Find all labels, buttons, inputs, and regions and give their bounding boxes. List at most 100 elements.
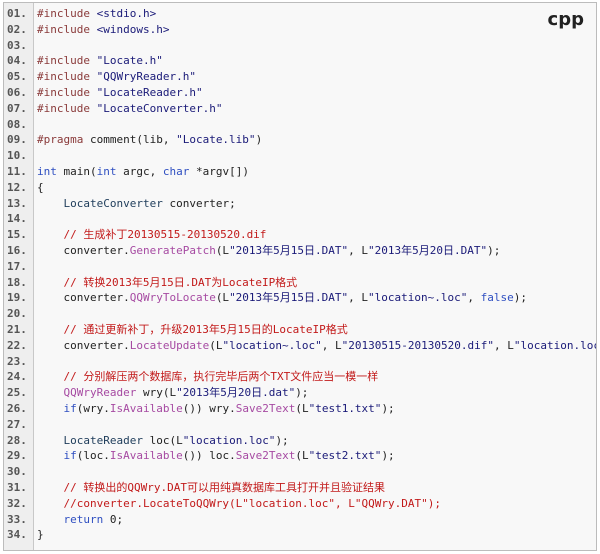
code-line: 19. converter.QQWryToLocate(L"2013年5月15日… (4, 290, 596, 306)
line-number: 27. (7, 417, 27, 431)
code-line: 25. QQWryReader wry(L"2013年5月20日.dat"); (4, 385, 596, 401)
line-number: 22. (7, 338, 27, 352)
code-token: (loc. (76, 449, 110, 463)
code-line: 21. // 通过更新补丁，升级2013年5月15日的LocateIP格式 (4, 322, 596, 338)
line-number: 20. (7, 307, 27, 321)
code-token: ()) wry. (182, 402, 236, 415)
code-line: 06. #include "LocateReader.h" (4, 85, 596, 101)
code-token: "LocateConverter.h" (89, 101, 223, 115)
code-token: "2013年5月20日.DAT" (368, 244, 488, 257)
code-line: 30. (4, 464, 596, 480)
code-token: ); (381, 402, 395, 415)
code-token: LocateConverter (37, 196, 163, 210)
code-token: (wry. (76, 402, 110, 415)
line-number: 18. (7, 275, 27, 289)
code-text: // 分别解压两个数据库，执行完毕后两个TXT文件应当一模一样 (37, 369, 378, 385)
code-text: converter.LocateUpdate(L"location~.loc",… (37, 338, 596, 354)
code-token: #include (37, 7, 90, 20)
line-number: 25. (7, 386, 27, 400)
line-number: 30. (7, 465, 27, 479)
line-number: 10. (7, 149, 27, 163)
line-number: 07. (7, 101, 27, 115)
code-line: 26. if(wry.IsAvailable()) wry.Save2Text(… (4, 401, 596, 417)
code-line: 28. LocateReader loc(L"location.loc"); (4, 433, 596, 449)
code-token: main( (56, 165, 97, 178)
code-token: "2013年5月15日.DAT" (229, 244, 349, 257)
code-token: QQWryToLocate (129, 291, 216, 305)
code-line: 09. #pragma comment(lib, "Locate.lib") (4, 132, 596, 148)
line-number: 16. (7, 244, 27, 257)
code-text: LocateReader loc(L"location.loc"); (37, 433, 288, 449)
language-badge: cpp (547, 9, 584, 30)
code-text: { (37, 180, 44, 196)
code-text: if(loc.IsAvailable()) loc.Save2Text(L"te… (37, 448, 394, 464)
line-number: 28. (7, 433, 27, 447)
line-number: 24. (7, 370, 27, 384)
code-token: (L (295, 402, 309, 415)
code-token: //converter.LocateToQQWry(L"location.loc… (37, 496, 441, 510)
line-number: 03. (7, 38, 27, 52)
code-token: loc(L (142, 433, 183, 447)
code-token: #include (37, 54, 90, 68)
code-token: // 转换2013年5月15日.DAT为LocateIP格式 (37, 275, 298, 289)
code-text: #include "Locate.h" (37, 53, 163, 69)
line-number: 21. (7, 323, 27, 336)
line-number: 08. (7, 117, 27, 131)
code-token: { (37, 180, 44, 194)
code-token: Save2Text (235, 449, 296, 463)
code-line: 03. (4, 38, 596, 54)
code-line: 31. // 转换出的QQWry.DAT可以用纯真数据库工具打开并且验证结果 (4, 480, 596, 496)
code-text: #include <stdio.h> (37, 6, 156, 22)
code-text: converter.GeneratePatch(L"2013年5月15日.DAT… (37, 243, 500, 259)
line-number: 29. (7, 449, 27, 463)
code-line: 08. (4, 117, 596, 133)
code-token: , L (348, 244, 369, 257)
code-text: if(wry.IsAvailable()) wry.Save2Text(L"te… (37, 401, 395, 417)
code-token: *argv[]) (189, 165, 249, 178)
code-token: // 生成补丁20130515-20130520.dif (37, 228, 267, 242)
code-token: ); (487, 244, 501, 257)
line-number: 14. (7, 212, 27, 226)
code-token: , L (494, 338, 514, 352)
code-token: "location.loc" (182, 433, 276, 447)
line-number: 33. (7, 512, 27, 526)
code-token: argc, (116, 165, 163, 178)
code-token: , L (348, 291, 369, 305)
line-number: 05. (7, 70, 27, 84)
code-text: } (37, 527, 44, 543)
code-text: // 转换出的QQWry.DAT可以用纯真数据库工具打开并且验证结果 (37, 480, 384, 496)
code-token: #include (37, 86, 90, 99)
line-number: 13. (7, 196, 27, 210)
code-token: false (480, 291, 514, 305)
code-token: int (37, 165, 57, 178)
code-text: QQWryReader wry(L"2013年5月20日.dat"); (37, 385, 308, 401)
code-token: return (37, 512, 104, 526)
code-token: QQWryReader (37, 386, 137, 400)
code-token: "LocateReader.h" (89, 86, 203, 99)
code-token: if (37, 449, 77, 463)
code-text: //converter.LocateToQQWry(L"location.loc… (37, 496, 441, 512)
code-text: #include "LocateReader.h" (37, 85, 203, 101)
code-listing: 01. #include <stdio.h> 02. #include <window… (3, 2, 597, 551)
code-token: LocateReader (37, 433, 143, 447)
code-text: converter.QQWryToLocate(L"2013年5月15日.DAT… (37, 290, 527, 306)
code-line: 02. #include <windows.h> (4, 22, 596, 38)
code-token: #include (37, 101, 90, 115)
code-token: LocateUpdate (129, 338, 210, 352)
code-token: ); (295, 386, 309, 400)
line-number: 19. (7, 291, 27, 305)
code-token: comment(lib, (83, 133, 177, 147)
code-token: IsAvailable (109, 449, 183, 463)
code-text: // 生成补丁20130515-20130520.dif (37, 227, 266, 243)
code-line: 20. (4, 306, 596, 322)
code-token: IsAvailable (109, 402, 183, 415)
code-token: #pragma (37, 133, 84, 147)
code-line: 18. // 转换2013年5月15日.DAT为LocateIP格式 (4, 275, 596, 291)
line-number: 32. (7, 496, 27, 510)
line-number: 06. (7, 86, 27, 99)
code-token: "20130515-20130520.dif" (341, 338, 494, 352)
code-line: 12. { (4, 180, 596, 196)
code-token: converter. (37, 338, 130, 352)
code-line: 14. (4, 211, 596, 227)
code-line: 32. //converter.LocateToQQWry(L"location… (4, 496, 596, 512)
